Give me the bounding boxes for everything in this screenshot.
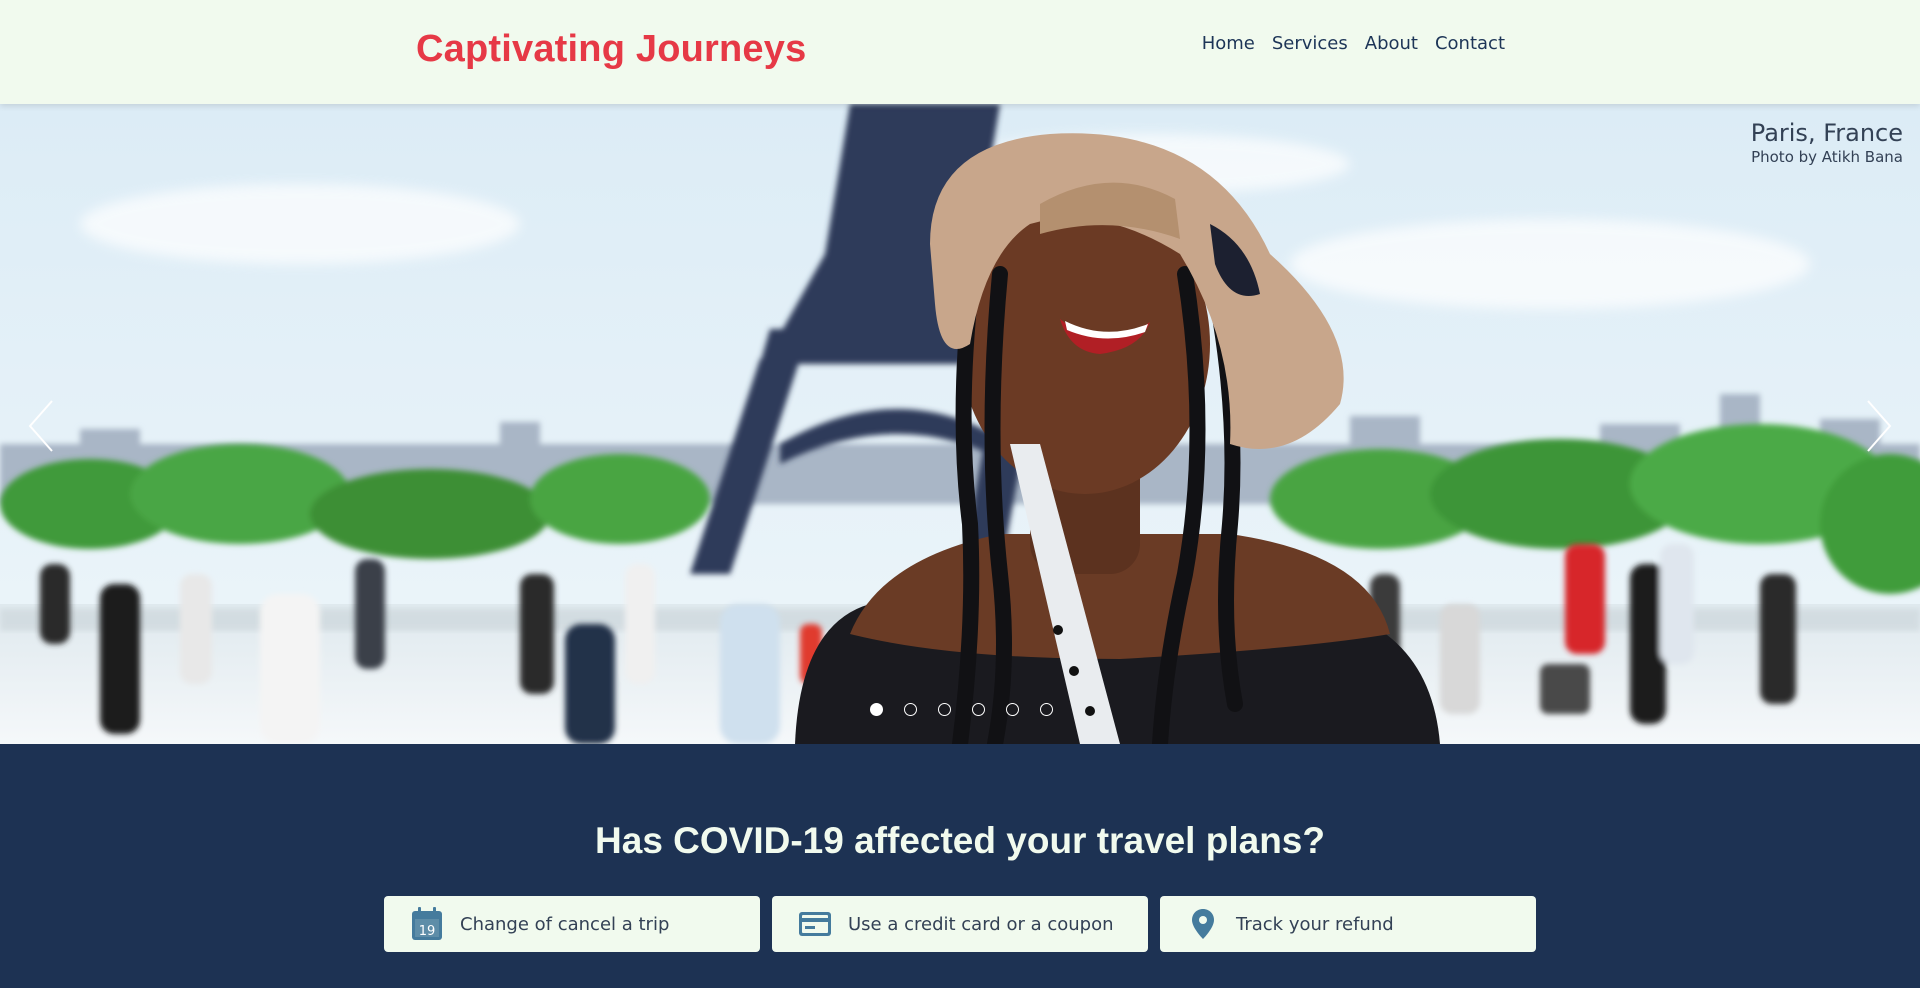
credit-card-coupon-card[interactable]: Use a credit card or a coupon: [772, 896, 1148, 952]
caption-place: Paris, France: [1750, 119, 1903, 147]
nav-home[interactable]: Home: [1202, 33, 1255, 54]
hero-carousel: Paris, France Photo by Atikh Bana: [0, 104, 1920, 744]
photo-caption: Paris, France Photo by Atikh Bana: [1751, 119, 1903, 167]
carousel-next-button[interactable]: [1864, 398, 1894, 454]
covid-heading: Has COVID-19 affected your travel plans?: [595, 820, 1325, 861]
nav-about[interactable]: About: [1365, 33, 1418, 54]
track-refund-card[interactable]: Track your refund: [1160, 896, 1536, 952]
carousel-indicators: [870, 703, 1053, 716]
credit-card-icon: [798, 907, 832, 941]
caption-credit: Photo by Atikh Bana: [1751, 147, 1903, 166]
carousel-dot-4[interactable]: [972, 703, 985, 716]
carousel-dot-2[interactable]: [904, 703, 917, 716]
carousel-dot-1[interactable]: [870, 703, 883, 716]
carousel-dot-6[interactable]: [1040, 703, 1053, 716]
location-pin-icon: [1186, 907, 1220, 941]
card-label: Use a credit card or a coupon: [848, 913, 1114, 935]
chevron-left-icon: [28, 400, 53, 452]
chevron-right-icon: [1867, 400, 1892, 452]
nav-services[interactable]: Services: [1272, 33, 1348, 54]
carousel-dot-5[interactable]: [1006, 703, 1019, 716]
site-header: Captivating Journeys Home Services About…: [0, 0, 1920, 104]
brand-logo[interactable]: Captivating Journeys: [416, 28, 806, 71]
carousel-prev-button[interactable]: [26, 398, 56, 454]
change-cancel-trip-card[interactable]: 19 Change of cancel a trip: [384, 896, 760, 952]
calendar-icon-text: 19: [419, 924, 436, 939]
main-nav: Home Services About Contact: [1202, 33, 1505, 54]
card-label: Track your refund: [1236, 913, 1394, 935]
nav-contact[interactable]: Contact: [1435, 33, 1505, 54]
covid-options: 19 Change of cancel a trip Use a credit …: [384, 896, 1536, 952]
calendar-icon: 19: [410, 907, 444, 941]
carousel-dot-3[interactable]: [938, 703, 951, 716]
card-label: Change of cancel a trip: [460, 913, 670, 935]
hero-photo: [0, 104, 1920, 744]
